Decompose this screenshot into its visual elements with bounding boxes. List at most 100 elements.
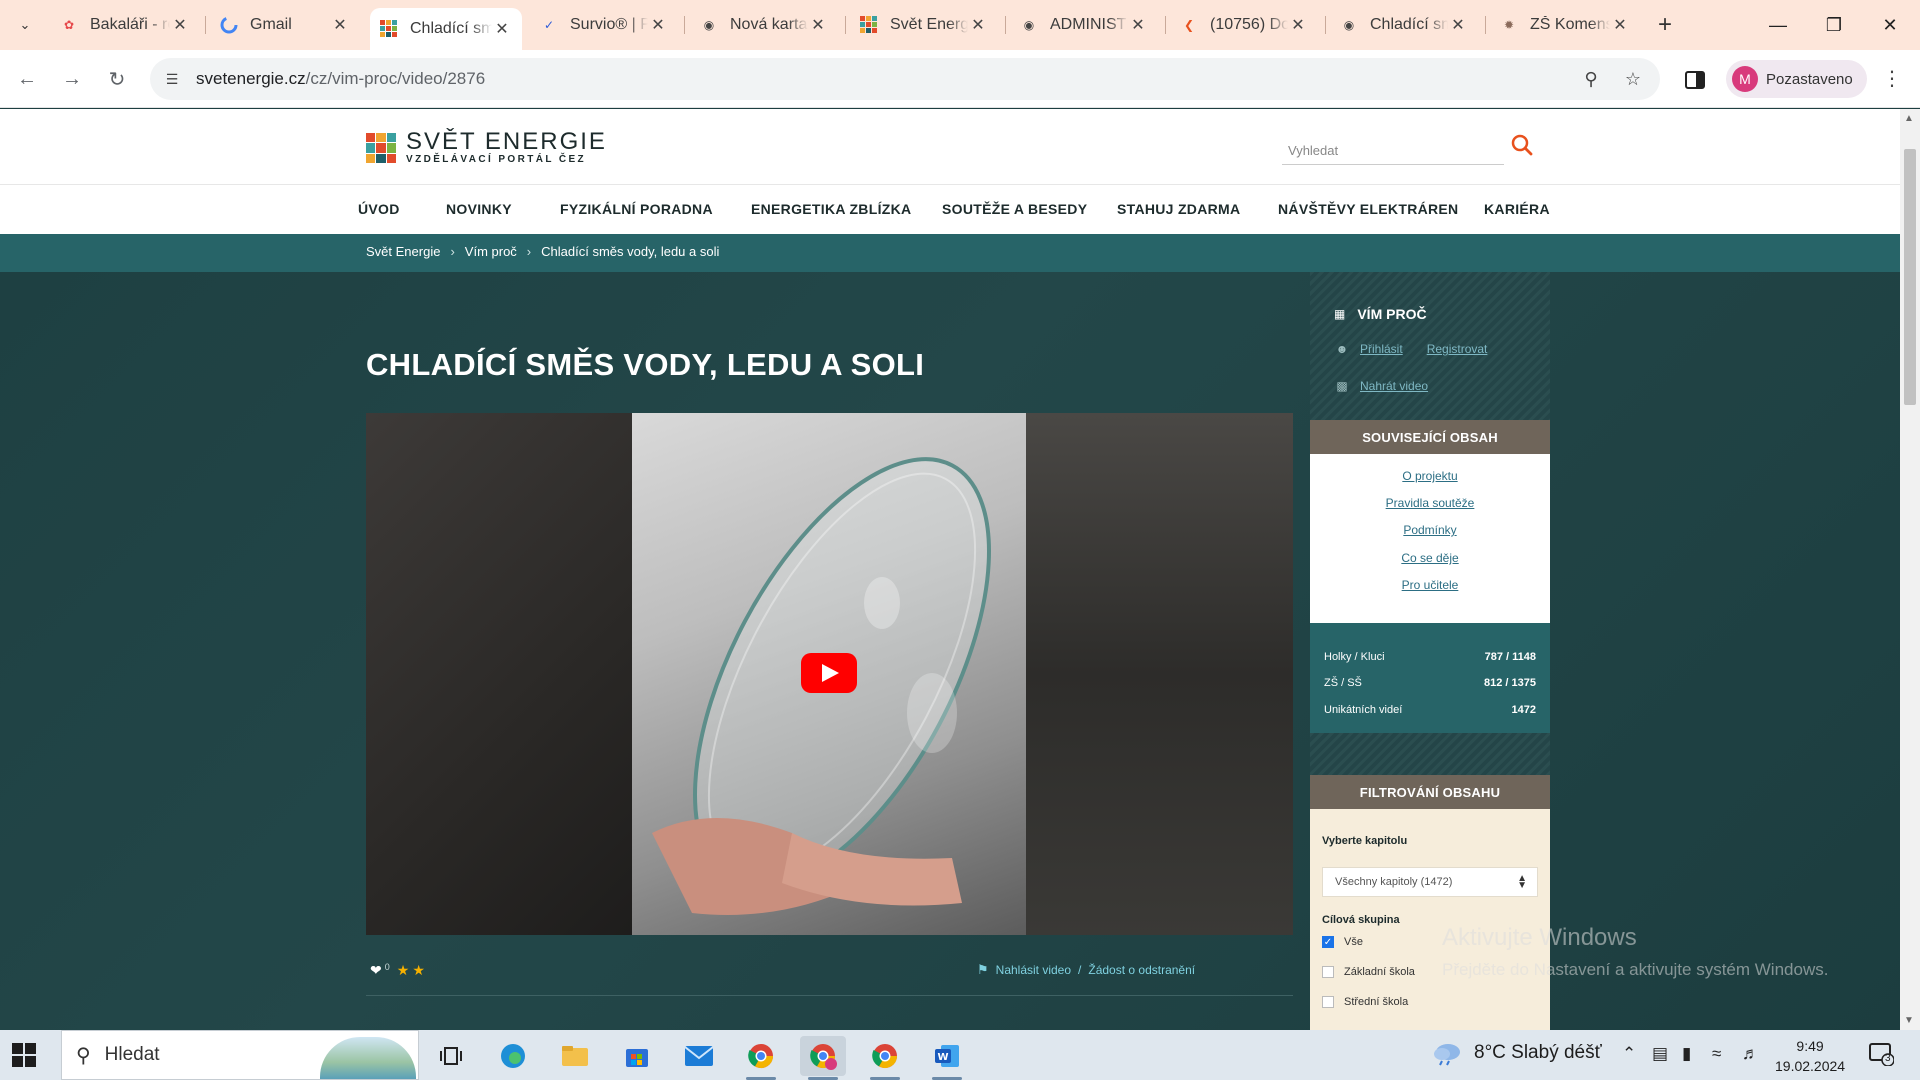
reload-button[interactable]: ↻ bbox=[102, 64, 132, 94]
scrollbar-thumb[interactable] bbox=[1904, 149, 1916, 405]
new-tab-button[interactable]: + bbox=[1650, 10, 1680, 40]
menu-icon[interactable]: ⋮ bbox=[1882, 66, 1902, 91]
tab-svet-energie[interactable]: Svět Energie ✕ bbox=[850, 8, 998, 42]
play-button[interactable] bbox=[801, 653, 857, 693]
star-icon[interactable]: ★ bbox=[397, 962, 410, 979]
upload-video-link[interactable]: Nahrát video bbox=[1360, 379, 1428, 393]
windows-start-icon[interactable] bbox=[12, 1043, 36, 1067]
tab-administrace[interactable]: ◉ ADMINISTRACE ✕ bbox=[1010, 8, 1158, 42]
system-clock[interactable]: 9:49 19.02.2024 bbox=[1775, 1036, 1845, 1076]
statistics-box: Holky / Kluci 787 / 1148 ZŠ / SŠ 812 / 137… bbox=[1310, 623, 1550, 733]
related-link-co-se-deje[interactable]: Co se děje bbox=[1310, 551, 1550, 565]
edge-icon[interactable] bbox=[490, 1036, 536, 1076]
site-search-input[interactable]: Vyhledat bbox=[1282, 135, 1504, 165]
chevron-up-icon[interactable]: ⌃ bbox=[1622, 1044, 1636, 1064]
close-icon[interactable]: ✕ bbox=[170, 15, 190, 35]
volume-icon[interactable]: ♬ bbox=[1742, 1044, 1759, 1064]
tab-zs-komenskeho[interactable]: ✹ ZŠ Komenského ✕ bbox=[1490, 8, 1640, 42]
group-option-stredni-skola[interactable]: Střední škola bbox=[1322, 996, 1408, 1008]
tab-search-icon[interactable]: ⌄ bbox=[10, 10, 40, 40]
file-explorer-icon[interactable] bbox=[552, 1036, 598, 1076]
search-icon[interactable] bbox=[1510, 133, 1536, 159]
group-option-zakladni-skola[interactable]: Základní škola bbox=[1322, 966, 1415, 978]
close-icon[interactable]: ✕ bbox=[492, 19, 512, 39]
heart-icon[interactable]: ❤ bbox=[370, 962, 382, 979]
taskbar-search[interactable]: ⚲ Hledat bbox=[61, 1030, 419, 1080]
site-logo[interactable]: SVĚT ENERGIE VZDĚLÁVACÍ PORTÁL ČEZ bbox=[366, 130, 607, 166]
tab-label: Survio® | Průzkum bbox=[570, 16, 648, 33]
nav-energetika-zblizka[interactable]: ENERGETIKA ZBLÍZKA bbox=[751, 201, 911, 217]
site-info-icon[interactable]: ☰ bbox=[162, 69, 182, 89]
nav-uvod[interactable]: ÚVOD bbox=[358, 201, 400, 217]
nav-stahuj-zdarma[interactable]: STAHUJ ZDARMA bbox=[1117, 201, 1240, 217]
group-option-vse[interactable]: ✓ Vše bbox=[1322, 936, 1363, 948]
page-scrollbar[interactable]: ▲ ▼ bbox=[1900, 109, 1920, 1030]
close-icon[interactable]: ✕ bbox=[330, 15, 350, 35]
close-icon[interactable]: ✕ bbox=[968, 15, 988, 35]
side-panel-icon[interactable] bbox=[1681, 66, 1709, 94]
related-link-o-projektu[interactable]: O projektu bbox=[1310, 469, 1550, 483]
report-video-link[interactable]: Nahlásit video bbox=[996, 963, 1071, 977]
minimize-button[interactable]: — bbox=[1750, 0, 1806, 50]
back-button[interactable]: ← bbox=[12, 64, 42, 94]
task-view-icon[interactable] bbox=[428, 1036, 474, 1076]
tab-gmail[interactable]: Gmail ✕ bbox=[210, 8, 360, 42]
close-icon[interactable]: ✕ bbox=[648, 15, 668, 35]
address-bar[interactable]: ☰ svetenergie.cz/cz/vim-proc/video/2876 … bbox=[150, 58, 1660, 100]
microsoft-store-icon[interactable] bbox=[614, 1036, 660, 1076]
tab-label: ADMINISTRACE bbox=[1050, 16, 1128, 33]
scroll-up-icon[interactable]: ▲ bbox=[1904, 113, 1914, 124]
forward-button[interactable]: → bbox=[57, 64, 87, 94]
tab-survio[interactable]: ✓ Survio® | Průzkum ✕ bbox=[530, 8, 678, 42]
tab-chladici-smes-2[interactable]: ◉ Chladící směs ✕ bbox=[1330, 8, 1478, 42]
device-icon[interactable]: ▤ bbox=[1652, 1044, 1668, 1064]
nav-kariera[interactable]: KARIÉRA bbox=[1484, 201, 1550, 217]
chrome-icon[interactable] bbox=[862, 1036, 908, 1080]
bookmark-star-icon[interactable]: ☆ bbox=[1622, 68, 1644, 90]
close-icon[interactable]: ✕ bbox=[1610, 15, 1630, 35]
star-icon[interactable]: ★ bbox=[412, 962, 425, 979]
video-player[interactable] bbox=[366, 413, 1293, 935]
word-icon[interactable]: W bbox=[924, 1036, 970, 1080]
login-link[interactable]: Přihlásit bbox=[1360, 342, 1403, 356]
nav-fyzikalni-poradna[interactable]: FYZIKÁLNÍ PORADNA bbox=[560, 201, 713, 217]
tab-seznam-posta[interactable]: ❮ (10756) Doručené ✕ bbox=[1170, 8, 1318, 42]
removal-request-link[interactable]: Žádost o odstranění bbox=[1088, 963, 1195, 977]
close-icon[interactable]: ✕ bbox=[1128, 15, 1148, 35]
profile-button[interactable]: M Pozastaveno bbox=[1726, 60, 1867, 98]
tab-chladici-smes[interactable]: Chladící směs vody ✕ bbox=[370, 8, 522, 50]
nav-navstevy-elektraren[interactable]: NÁVŠTĚVY ELEKTRÁREN bbox=[1278, 201, 1458, 217]
close-icon[interactable]: ✕ bbox=[808, 15, 828, 35]
scroll-down-icon[interactable]: ▼ bbox=[1904, 1015, 1914, 1026]
tab-nova-karta[interactable]: ◉ Nová karta ✕ bbox=[690, 8, 838, 42]
tab-bakalari[interactable]: ✿ Bakaláři - rozvrh ✕ bbox=[50, 8, 200, 42]
nav-souteze-a-besedy[interactable]: SOUTĚŽE A BESEDY bbox=[942, 201, 1087, 217]
checkbox-checked[interactable]: ✓ bbox=[1322, 936, 1334, 948]
breadcrumb-svet-energie[interactable]: Svět Energie bbox=[366, 244, 440, 259]
checkbox[interactable] bbox=[1322, 966, 1334, 978]
nav-novinky[interactable]: NOVINKY bbox=[446, 201, 512, 217]
mail-icon[interactable] bbox=[676, 1036, 722, 1076]
related-link-pravidla[interactable]: Pravidla soutěže bbox=[1310, 496, 1550, 510]
report-links: ⚑ Nahlásit video / Žádost o odstranění bbox=[977, 962, 1196, 977]
chrome-icon[interactable] bbox=[738, 1036, 784, 1080]
restore-button[interactable]: ❐ bbox=[1806, 0, 1862, 50]
notifications-icon[interactable]: 3 bbox=[1868, 1042, 1898, 1068]
wifi-icon[interactable]: ≈ bbox=[1712, 1044, 1721, 1064]
register-link[interactable]: Registrovat bbox=[1427, 342, 1488, 356]
chapter-select[interactable]: Všechny kapitoly (1472) ▲ ▼ bbox=[1322, 867, 1538, 897]
tab-strip: ⌄ ✿ Bakaláři - rozvrh ✕ Gmail ✕ Chladící… bbox=[0, 0, 1920, 50]
zoom-icon[interactable]: ⚲ bbox=[1580, 68, 1602, 90]
close-icon[interactable]: ✕ bbox=[1288, 15, 1308, 35]
breadcrumb-vim-proc[interactable]: Vím proč bbox=[465, 244, 517, 259]
weather-widget[interactable]: 8°C Slabý déšť bbox=[1432, 1040, 1602, 1066]
related-link-pro-ucitele[interactable]: Pro učitele bbox=[1310, 578, 1550, 592]
chrome-profile-icon[interactable] bbox=[800, 1036, 846, 1080]
related-link-podminky[interactable]: Podmínky bbox=[1310, 523, 1550, 537]
tab-label: Chladící směs bbox=[1370, 16, 1448, 33]
checkbox[interactable] bbox=[1322, 996, 1334, 1008]
close-window-button[interactable]: ✕ bbox=[1862, 0, 1918, 50]
tab-label: ZŠ Komenského bbox=[1530, 16, 1610, 33]
battery-icon[interactable]: ▮ bbox=[1682, 1044, 1691, 1064]
close-icon[interactable]: ✕ bbox=[1448, 15, 1468, 35]
